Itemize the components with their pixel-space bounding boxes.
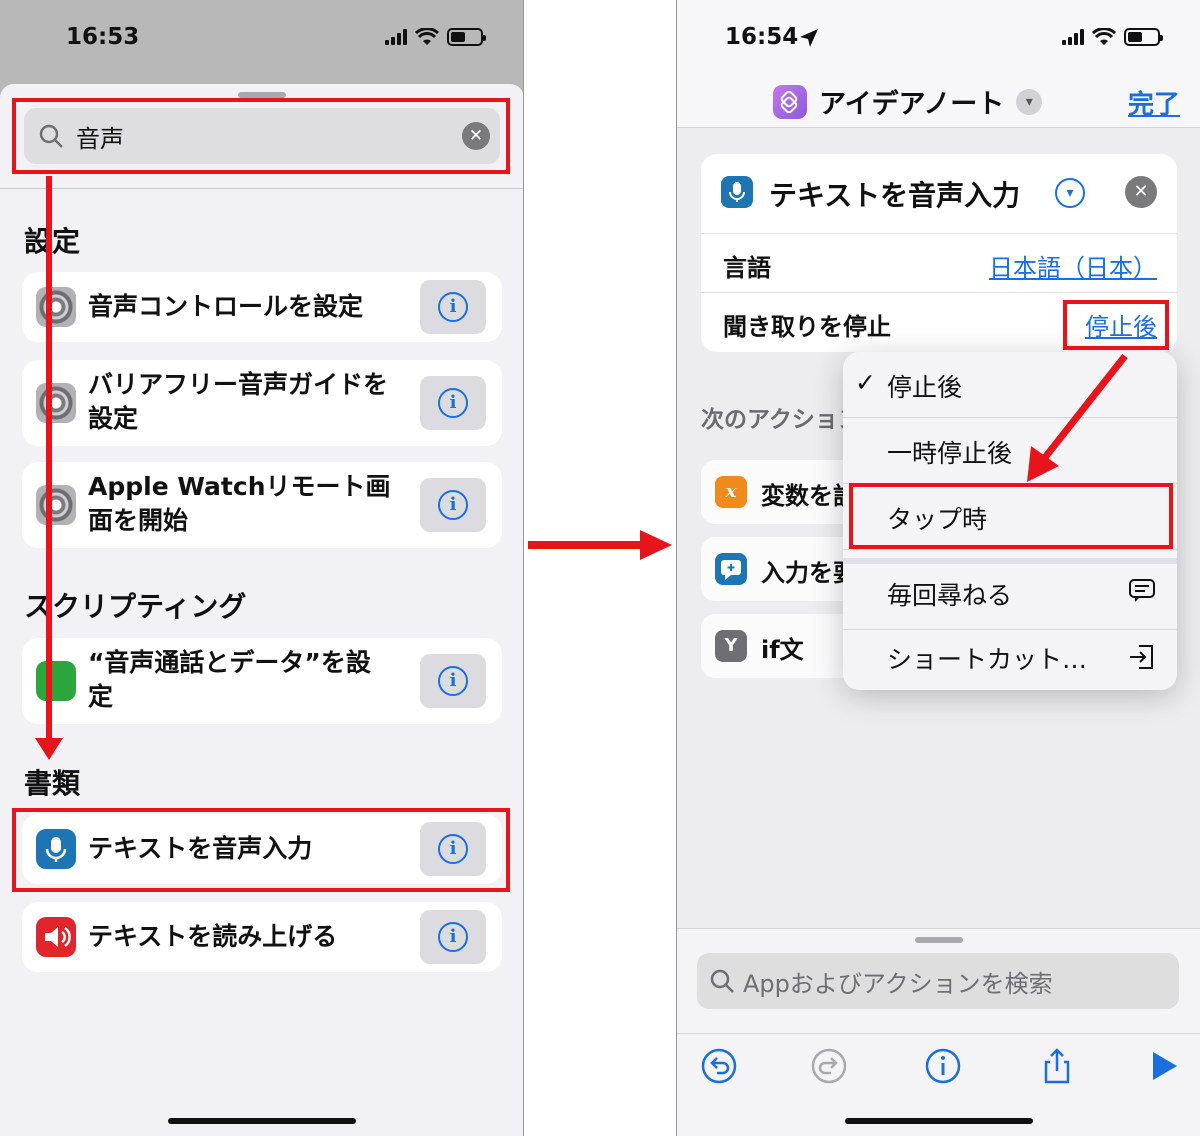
status-time: 16:54 <box>725 24 799 50</box>
done-button[interactable]: 完了 <box>1128 84 1180 121</box>
next-actions-header: 次のアクション <box>701 407 861 433</box>
settings-gear-icon <box>36 383 76 423</box>
info-button[interactable]: i <box>420 654 486 708</box>
action-title: バリアフリー音声ガイドを設定 <box>88 370 389 433</box>
redo-icon[interactable] <box>809 1046 849 1086</box>
info-icon: i <box>438 666 468 696</box>
info-button[interactable]: i <box>420 376 486 430</box>
info-icon: i <box>438 490 468 520</box>
action-title: 音声コントロールを設定 <box>88 292 364 321</box>
action-header: テキストを音声入力 ▾ ✕ <box>701 154 1177 234</box>
language-label: 言語 <box>723 254 771 282</box>
info-button[interactable]: i <box>420 478 486 532</box>
action-title: テキストを音声入力 <box>769 179 1021 212</box>
list-item[interactable]: テキストを読み上げる i <box>22 902 502 972</box>
annotation-arrow-right <box>528 541 644 549</box>
share-icon[interactable] <box>1037 1046 1077 1086</box>
speech-bubble-icon <box>1129 579 1155 602</box>
language-value[interactable]: 日本語（日本） <box>989 248 1157 283</box>
action-title: テキストを読み上げる <box>88 922 338 951</box>
annotation-arrow-down <box>46 176 52 742</box>
info-button[interactable]: i <box>420 910 486 964</box>
location-arrow-icon <box>800 29 818 47</box>
next-action-label: if文 <box>761 636 804 664</box>
battery-icon <box>1124 28 1163 46</box>
left-screenshot: 16:53 音声 ✕ 設定 音声コントロールを設定 i バリアフリー音声ガイドを… <box>0 0 524 1136</box>
play-icon[interactable] <box>1143 1046 1183 1086</box>
info-icon: i <box>438 922 468 952</box>
action-search-panel: Appおよびアクションを検索 <box>677 928 1200 1136</box>
search-placeholder: Appおよびアクションを検索 <box>743 969 1053 998</box>
home-indicator <box>845 1118 1033 1124</box>
shortcut-name: アイデアノート <box>819 89 1005 120</box>
branch-icon: Y <box>715 630 747 662</box>
action-title: “音声通話とデータ”を設定 <box>88 648 371 711</box>
language-row: 言語 日本語（日本） <box>701 234 1177 292</box>
search-icon <box>710 969 734 993</box>
divider <box>0 188 523 189</box>
wifi-icon <box>415 28 439 45</box>
expand-chevron-icon[interactable]: ▾ <box>1055 178 1085 208</box>
list-item[interactable]: 音声コントロールを設定 i <box>22 272 502 342</box>
menu-item-label: 毎回尋ねる <box>887 581 1013 610</box>
cellular-signal-icon <box>1062 29 1084 45</box>
settings-gear-icon <box>36 287 76 327</box>
shortcuts-app-icon <box>773 84 807 119</box>
wifi-icon <box>1092 28 1116 45</box>
section-header-documents: 書類 <box>24 767 81 800</box>
list-item[interactable]: バリアフリー音声ガイドを設定 i <box>22 360 502 446</box>
menu-item-label: ショートカット… <box>887 645 1088 674</box>
menu-item-label: 一時停止後 <box>887 439 1013 468</box>
annotation-box-target-action <box>12 808 510 892</box>
speaker-icon <box>36 917 76 957</box>
input-arrow-icon <box>1130 645 1153 669</box>
cellular-icon <box>36 661 76 701</box>
status-icons <box>1062 28 1163 46</box>
action-search-input[interactable]: Appおよびアクションを検索 <box>697 953 1179 1009</box>
chevron-down-icon[interactable]: ▾ <box>1016 88 1043 115</box>
right-screenshot: 16:54 アイデアノート ▾ 完了 テキストを音声入力 ▾ ✕ 言語 日本語（… <box>676 0 1200 1136</box>
annotation-box-search <box>12 98 510 174</box>
editor-toolbar <box>677 1033 1200 1093</box>
prompt-icon <box>715 553 747 585</box>
section-header-scripting: スクリプティング <box>24 590 247 623</box>
remove-action-button[interactable]: ✕ <box>1125 176 1157 208</box>
menu-item-label: 停止後 <box>887 373 963 402</box>
status-time: 16:53 <box>66 24 140 50</box>
undo-icon[interactable] <box>699 1046 739 1086</box>
menu-item-shortcut-input[interactable]: ショートカット… <box>843 624 1177 690</box>
checkmark-icon: ✓ <box>855 368 876 397</box>
settings-gear-icon <box>36 485 76 525</box>
shortcut-title-menu[interactable]: アイデアノート ▾ <box>773 82 1043 121</box>
list-item[interactable]: “音声通話とデータ”を設定 i <box>22 638 502 724</box>
annotation-arrowhead <box>640 530 672 560</box>
variable-icon: x <box>715 476 747 508</box>
info-icon[interactable] <box>923 1046 963 1086</box>
status-icons <box>385 28 486 46</box>
annotation-arrow-diagonal <box>1027 353 1128 482</box>
battery-icon <box>447 28 486 46</box>
annotation-box-stop-value <box>1063 300 1169 350</box>
action-title: Apple Watchリモート画面を開始 <box>88 472 391 535</box>
cellular-signal-icon <box>385 29 407 45</box>
section-header-settings: 設定 <box>24 225 81 258</box>
panel-grabber[interactable] <box>915 937 963 943</box>
annotation-box-on-tap <box>849 483 1173 549</box>
info-icon: i <box>438 292 468 322</box>
stop-listening-label: 聞き取りを停止 <box>723 313 891 341</box>
home-indicator <box>168 1118 356 1124</box>
menu-item-ask-each-time[interactable]: 毎回尋ねる <box>843 558 1177 630</box>
annotation-arrowhead <box>35 738 63 760</box>
info-button[interactable]: i <box>420 280 486 334</box>
list-item[interactable]: Apple Watchリモート画面を開始 i <box>22 462 502 548</box>
info-icon: i <box>438 388 468 418</box>
microphone-icon <box>721 176 753 208</box>
